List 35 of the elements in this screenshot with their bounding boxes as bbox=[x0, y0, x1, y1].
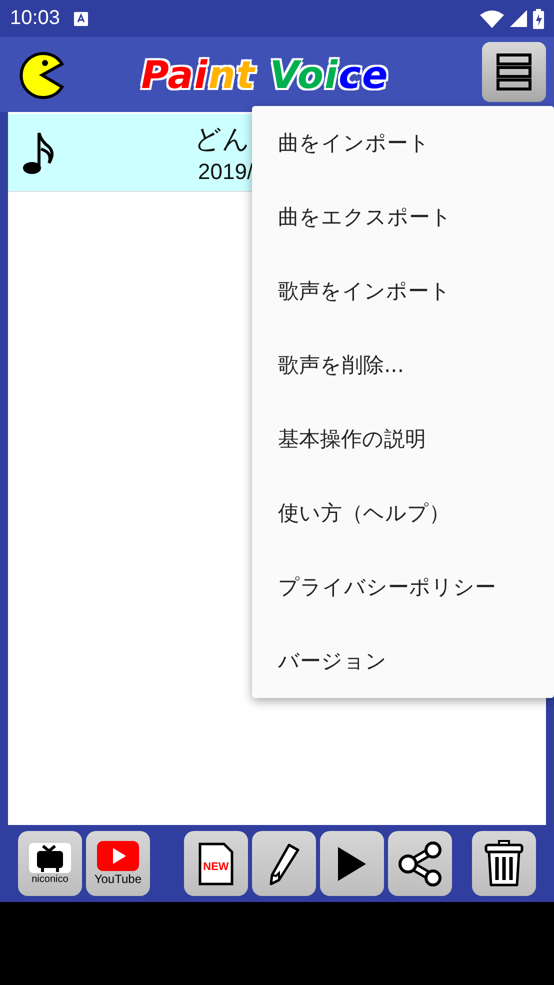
new-document-icon: NEW bbox=[198, 842, 234, 886]
music-note-icon bbox=[22, 130, 56, 174]
niconico-label: niconico bbox=[32, 874, 68, 884]
signal-icon bbox=[510, 10, 527, 27]
niconico-button[interactable]: niconico bbox=[18, 831, 82, 896]
menu-item[interactable]: 曲をインポート bbox=[252, 106, 554, 180]
youtube-label: YouTube bbox=[94, 872, 142, 886]
wifi-icon bbox=[480, 10, 504, 28]
edit-button[interactable] bbox=[252, 831, 316, 896]
menu-item[interactable]: 歌声を削除... bbox=[252, 328, 554, 402]
new-button[interactable]: NEW bbox=[184, 831, 248, 896]
menu-item[interactable]: プライバシーポリシー bbox=[252, 550, 554, 624]
youtube-button[interactable]: YouTube bbox=[86, 831, 150, 896]
delete-button[interactable] bbox=[472, 831, 536, 896]
menu-item[interactable]: 使い方（ヘルプ） bbox=[252, 476, 554, 550]
battery-icon bbox=[533, 8, 544, 28]
tv-icon bbox=[28, 842, 71, 872]
status-time: 10:03 bbox=[10, 7, 60, 30]
play-icon bbox=[338, 846, 366, 880]
play-icon bbox=[96, 841, 139, 871]
menu-item[interactable]: 歌声をインポート bbox=[252, 254, 554, 328]
keyboard-notification-icon bbox=[74, 12, 88, 26]
menu-item[interactable]: バージョン bbox=[252, 624, 554, 698]
menu-icon bbox=[496, 52, 532, 90]
pencil-icon bbox=[267, 842, 302, 886]
menu-item[interactable]: 曲をエクスポート bbox=[252, 180, 554, 254]
app-title: Paint Voice bbox=[140, 52, 390, 96]
song-date: 2019/ bbox=[198, 158, 254, 184]
share-icon bbox=[397, 840, 444, 888]
menu-item[interactable]: 基本操作の説明 bbox=[252, 402, 554, 476]
share-button[interactable] bbox=[388, 831, 452, 896]
play-button[interactable] bbox=[320, 831, 384, 896]
song-title: どん bbox=[194, 122, 250, 156]
menu-button[interactable] bbox=[482, 42, 546, 102]
trash-icon bbox=[484, 840, 524, 888]
